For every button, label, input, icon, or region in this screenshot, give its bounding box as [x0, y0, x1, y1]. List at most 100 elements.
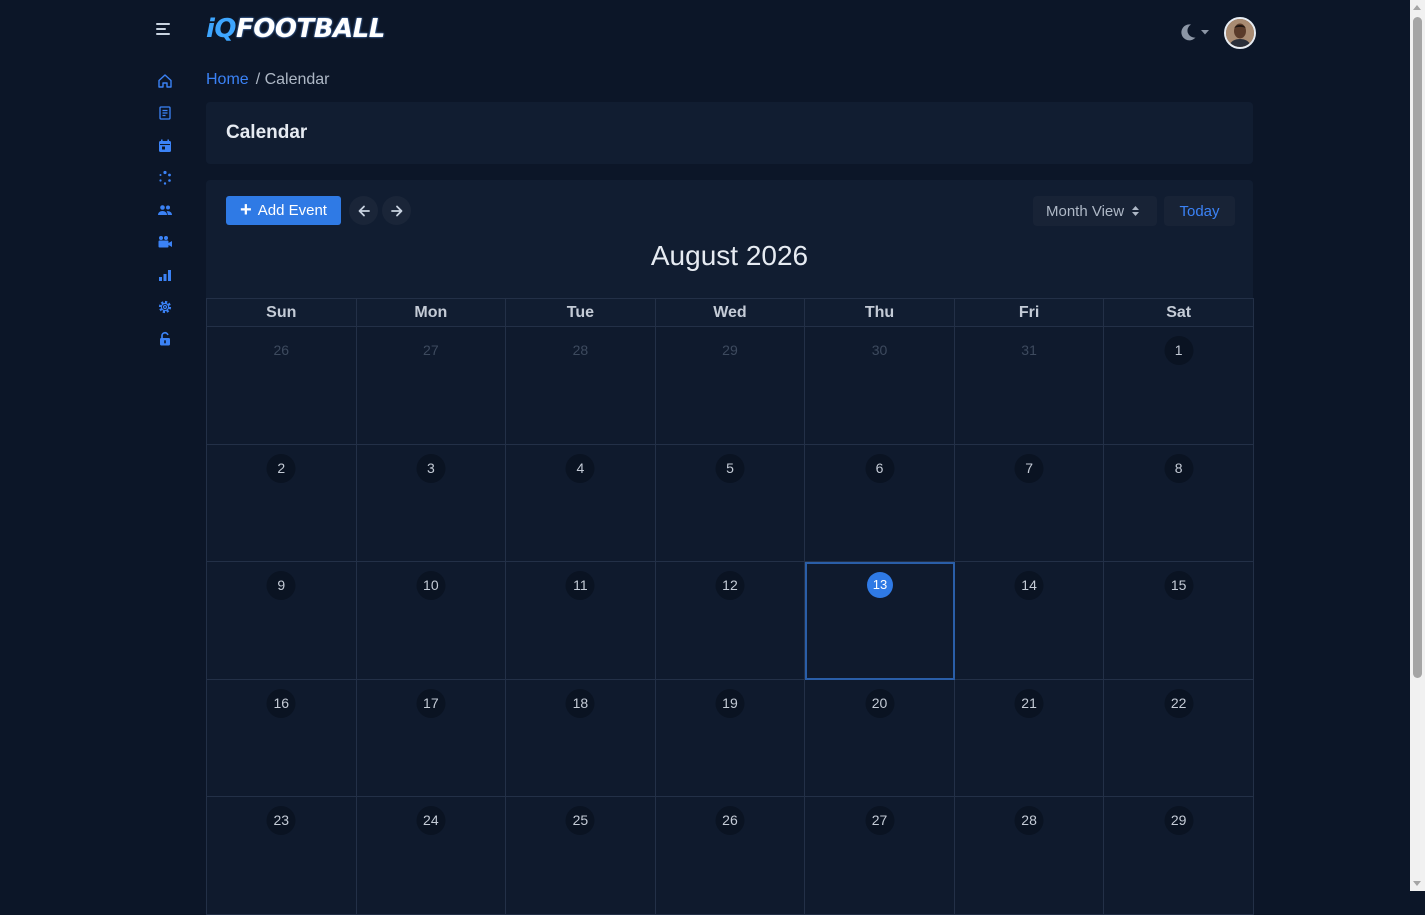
week-row: 2 3 4 5 6 7 8: [207, 444, 1254, 562]
sidebar-item-documents[interactable]: [152, 100, 178, 126]
day-cell[interactable]: 26: [655, 797, 806, 915]
today-button[interactable]: Today: [1164, 196, 1235, 226]
day-cell[interactable]: 16: [207, 679, 357, 797]
day-number: 7: [1014, 453, 1044, 483]
week-row: 23 24 25 26 27 28 29: [207, 797, 1254, 915]
day-cell-today[interactable]: 13: [805, 562, 955, 680]
view-select[interactable]: Month View: [1033, 196, 1157, 226]
day-number: 27: [865, 806, 895, 835]
day-cell[interactable]: 14: [954, 562, 1105, 680]
day-number: 11: [565, 571, 595, 600]
day-cell[interactable]: 24: [356, 797, 507, 915]
day-cell[interactable]: 19: [655, 679, 806, 797]
day-cell[interactable]: 6: [805, 444, 955, 562]
day-number: 30: [871, 342, 888, 358]
day-cell[interactable]: 27: [356, 327, 507, 445]
day-number: 2: [266, 453, 296, 483]
day-cell[interactable]: 26: [207, 327, 357, 445]
day-number: 25: [565, 806, 595, 835]
sidebar-item-logout[interactable]: [152, 326, 178, 352]
day-cell[interactable]: 5: [655, 444, 806, 562]
day-cell[interactable]: 29: [1104, 797, 1254, 915]
breadcrumb-current: / Calendar: [255, 71, 330, 88]
day-cell[interactable]: 31: [954, 327, 1105, 445]
day-cell[interactable]: 7: [954, 444, 1105, 562]
day-number: 10: [416, 571, 446, 600]
gear-icon: [158, 300, 172, 314]
day-cell[interactable]: 15: [1104, 562, 1254, 680]
sidebar-item-stats[interactable]: [152, 262, 178, 288]
day-cell[interactable]: 27: [805, 797, 955, 915]
sidebar-item-users[interactable]: [152, 197, 178, 223]
scroll-down-icon[interactable]: [1413, 881, 1421, 886]
day-cell[interactable]: 21: [954, 679, 1105, 797]
day-cell[interactable]: 18: [506, 679, 656, 797]
breadcrumb-home-link[interactable]: Home: [206, 71, 249, 88]
home-icon: [158, 74, 172, 88]
caret-down-icon: [1201, 30, 1209, 35]
plus-icon: +: [240, 198, 252, 221]
day-cell[interactable]: 12: [655, 562, 806, 680]
day-number: 31: [1021, 342, 1037, 358]
day-cell[interactable]: 17: [356, 679, 507, 797]
day-number: 26: [273, 342, 290, 358]
day-number: 29: [722, 342, 738, 358]
day-cell[interactable]: 8: [1104, 444, 1254, 562]
day-number: 8: [1164, 453, 1194, 483]
day-cell[interactable]: 30: [805, 327, 955, 445]
day-number: 4: [565, 453, 595, 483]
logo-prefix: iQ: [206, 14, 237, 44]
dots-spinner-icon: [159, 170, 171, 185]
scroll-up-icon[interactable]: [1413, 5, 1421, 10]
arrow-left-icon: [358, 205, 370, 216]
weekday-label: Thu: [805, 299, 955, 327]
day-cell[interactable]: 25: [506, 797, 656, 915]
day-number: 19: [715, 688, 745, 718]
day-cell[interactable]: 20: [805, 679, 955, 797]
scrollbar-thumb[interactable]: [1413, 17, 1422, 678]
day-number: 22: [1164, 688, 1194, 718]
day-cell[interactable]: 4: [506, 444, 656, 562]
vertical-scrollbar[interactable]: [1410, 0, 1425, 891]
next-month-button[interactable]: [382, 196, 411, 225]
day-number: 29: [1164, 806, 1194, 835]
theme-toggle[interactable]: [1178, 21, 1214, 43]
day-cell[interactable]: 3: [356, 444, 507, 562]
view-select-value: Month View: [1046, 202, 1125, 220]
day-cell[interactable]: 22: [1104, 679, 1254, 797]
menu-toggle-icon[interactable]: [156, 20, 174, 38]
add-event-label: Add Event: [257, 202, 327, 219]
sidebar-item-settings[interactable]: [152, 294, 178, 320]
sidebar-item-calendar[interactable]: [152, 133, 178, 159]
day-number: 9: [266, 571, 296, 600]
prev-month-button[interactable]: [349, 196, 378, 225]
sidebar-item-home[interactable]: [152, 68, 178, 94]
week-row: 26 27 28 29 30 31 1: [207, 327, 1254, 445]
sidebar-item-videos[interactable]: [152, 229, 178, 255]
weekday-label: Fri: [954, 299, 1105, 327]
app-logo[interactable]: iQ FOOTBALL: [206, 14, 385, 44]
day-number: 24: [416, 806, 446, 835]
weekday-label: Wed: [655, 299, 806, 327]
day-number: 5: [715, 453, 745, 483]
day-number: 16: [266, 688, 296, 718]
day-cell[interactable]: 28: [954, 797, 1105, 915]
day-cell[interactable]: 28: [506, 327, 656, 445]
sidebar-nav: [152, 68, 178, 359]
day-cell[interactable]: 11: [506, 562, 656, 680]
day-cell[interactable]: 2: [207, 444, 357, 562]
breadcrumb: Home / Calendar: [206, 71, 330, 89]
day-cell[interactable]: 23: [207, 797, 357, 915]
sidebar-item-activity[interactable]: [152, 165, 178, 191]
day-number: 12: [715, 571, 745, 600]
day-cell[interactable]: 9: [207, 562, 357, 680]
users-icon: [158, 205, 172, 216]
avatar[interactable]: [1224, 17, 1256, 49]
day-cell[interactable]: 1: [1104, 327, 1254, 445]
arrow-right-icon: [390, 205, 402, 216]
day-number: 20: [865, 688, 895, 718]
user-photo-icon: [1226, 19, 1254, 47]
day-cell[interactable]: 29: [655, 327, 806, 445]
add-event-button[interactable]: + Add Event: [226, 196, 341, 225]
day-cell[interactable]: 10: [356, 562, 507, 680]
